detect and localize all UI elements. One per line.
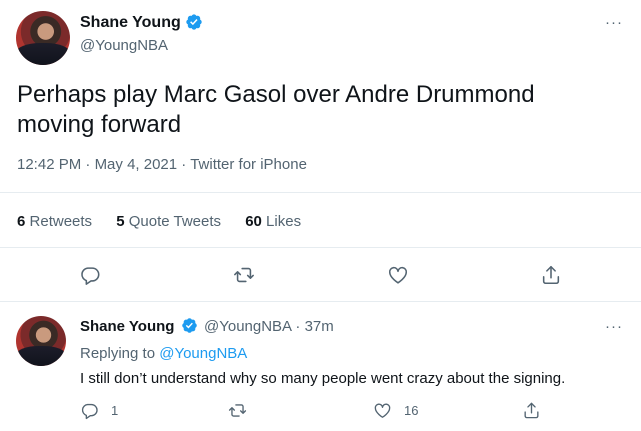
more-options-icon[interactable]: ··· bbox=[605, 15, 623, 30]
reply-age[interactable]: 37m bbox=[305, 318, 334, 335]
verified-badge-icon bbox=[186, 14, 202, 30]
likes-label: Likes bbox=[266, 213, 302, 230]
reply-text: I still don’t understand why so many peo… bbox=[80, 370, 566, 387]
divider bbox=[0, 247, 641, 248]
like-icon bbox=[388, 266, 408, 284]
divider bbox=[0, 192, 641, 193]
tweet-source[interactable]: Twitter for iPhone bbox=[190, 156, 307, 173]
retweet-button[interactable] bbox=[233, 264, 255, 286]
likes-stat[interactable]: 60 Likes bbox=[245, 213, 301, 230]
replying-to-prefix: Replying to bbox=[80, 345, 156, 362]
reply-button[interactable]: 1 bbox=[80, 400, 118, 420]
retweets-stat[interactable]: 6 Retweets bbox=[17, 213, 96, 230]
meta-separator: · bbox=[85, 156, 91, 173]
reply-author-name[interactable]: Shane Young bbox=[80, 318, 174, 335]
engagement-stats: 6 Retweets 5 Quote Tweets 60 Likes bbox=[17, 213, 321, 230]
tweet-text: Perhaps play Marc Gasol over Andre Drumm… bbox=[17, 81, 535, 138]
retweets-count: 6 bbox=[17, 213, 26, 230]
like-icon bbox=[374, 402, 391, 418]
reply-button[interactable] bbox=[79, 264, 101, 286]
reply-author-handle[interactable]: @YoungNBA bbox=[204, 318, 291, 335]
replying-to-line: Replying to @YoungNBA bbox=[80, 345, 247, 362]
retweet-icon bbox=[228, 403, 247, 417]
more-options-icon[interactable]: ··· bbox=[605, 319, 623, 334]
quote-tweets-stat[interactable]: 5 Quote Tweets bbox=[116, 213, 225, 230]
meta-separator: · bbox=[181, 156, 187, 173]
tweet-metadata: 12:42 PM · May 4, 2021 · Twitter for iPh… bbox=[17, 156, 307, 173]
like-count: 16 bbox=[404, 402, 419, 418]
tweet-date[interactable]: May 4, 2021 bbox=[95, 156, 178, 173]
divider bbox=[0, 301, 641, 302]
quote-tweets-count: 5 bbox=[116, 213, 125, 230]
verified-badge-icon bbox=[182, 318, 197, 333]
replying-to-handle-link[interactable]: @YoungNBA bbox=[159, 345, 247, 362]
author-name[interactable]: Shane Young bbox=[80, 14, 181, 32]
likes-count: 60 bbox=[245, 213, 262, 230]
quote-tweets-label: Quote Tweets bbox=[128, 213, 222, 230]
tweet-time[interactable]: 12:42 PM bbox=[17, 156, 81, 173]
share-icon bbox=[542, 265, 560, 285]
reply-header-meta: @YoungNBA · 37m bbox=[204, 318, 334, 335]
reply-count: 1 bbox=[111, 402, 119, 418]
like-button[interactable] bbox=[387, 264, 409, 286]
share-button[interactable] bbox=[540, 264, 562, 286]
retweet-icon bbox=[234, 267, 254, 283]
like-button[interactable]: 16 bbox=[373, 400, 418, 420]
retweets-label: Retweets bbox=[29, 213, 93, 230]
share-button[interactable] bbox=[522, 400, 541, 420]
meta-separator: · bbox=[295, 318, 301, 335]
reply-icon bbox=[81, 267, 100, 285]
retweet-button[interactable] bbox=[228, 400, 247, 420]
share-icon bbox=[524, 402, 539, 418]
author-handle[interactable]: @YoungNBA bbox=[80, 37, 168, 54]
author-avatar[interactable] bbox=[16, 11, 70, 65]
reply-author-avatar[interactable] bbox=[16, 316, 66, 366]
reply-icon bbox=[81, 403, 98, 419]
